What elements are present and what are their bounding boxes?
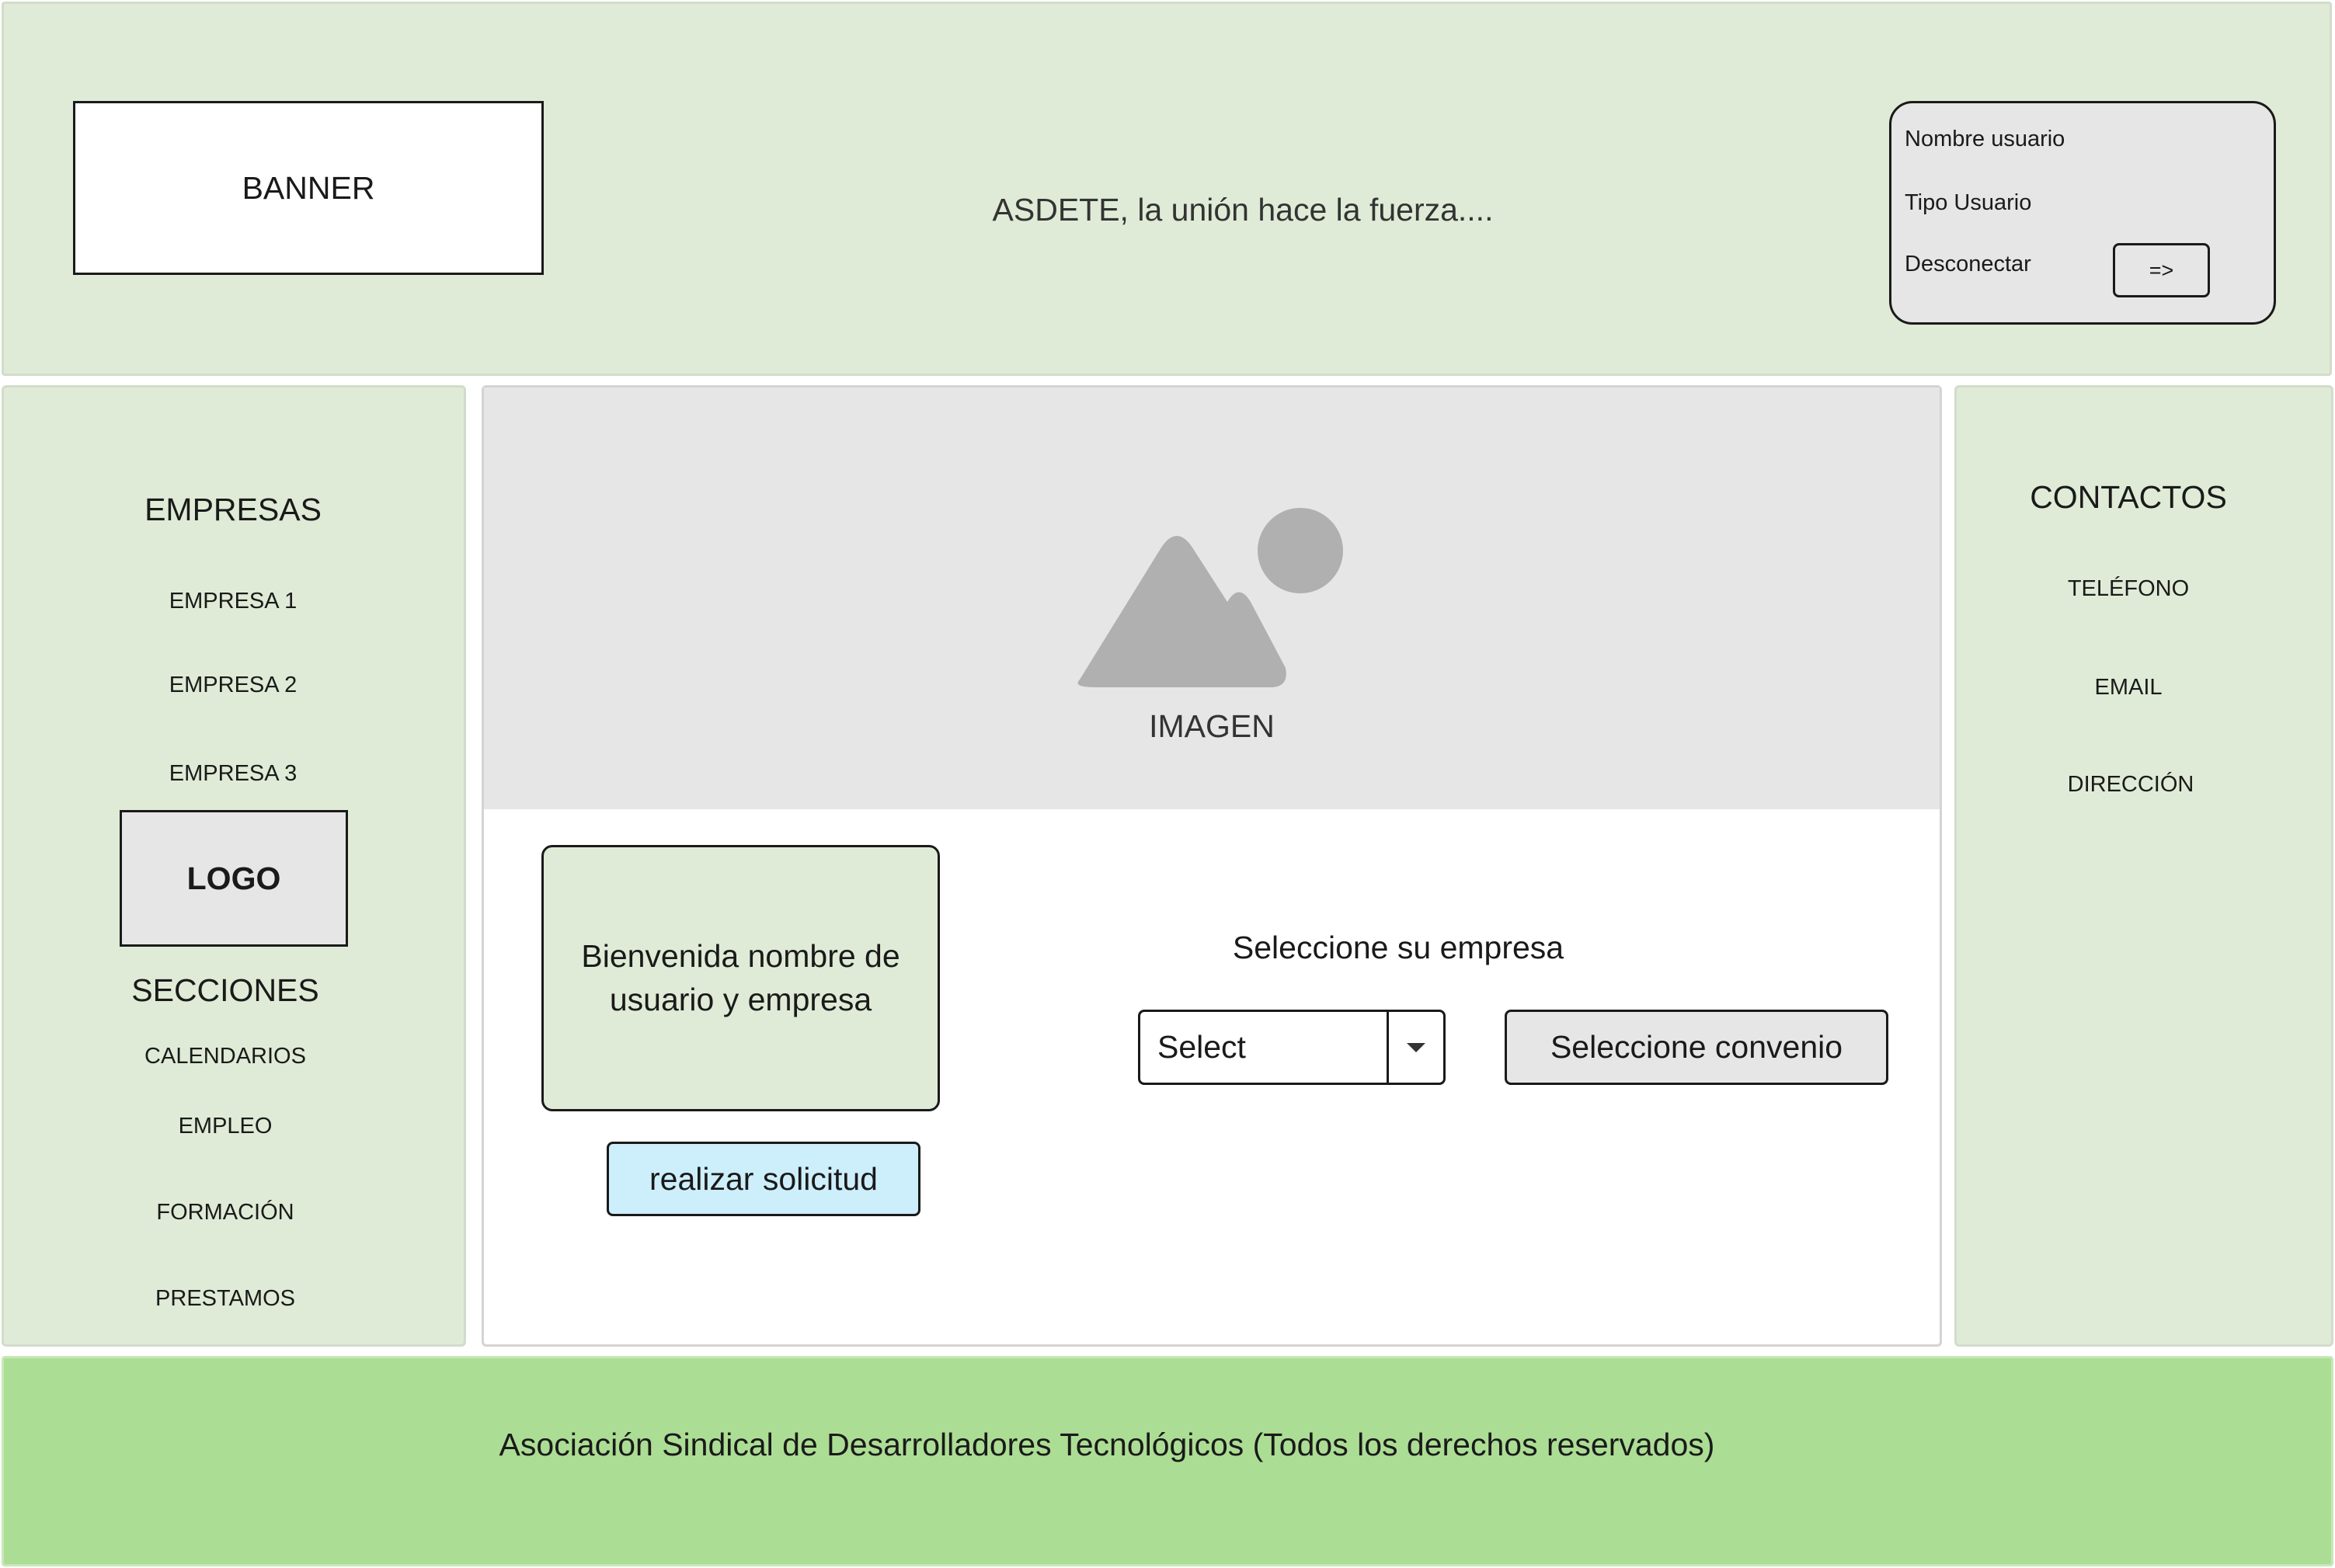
- logout-label: Desconectar: [1905, 252, 2031, 276]
- image-label: IMAGEN: [1149, 708, 1275, 744]
- footer-text: Asociación Sindical de Desarrolladores T…: [499, 1426, 1715, 1462]
- user-type-label: Tipo Usuario: [1905, 190, 2032, 215]
- request-button-label: realizar solicitud: [649, 1160, 878, 1197]
- sun-shape: [1258, 508, 1343, 593]
- tagline: ASDETE, la unión hace la fuerza....: [992, 191, 1494, 228]
- contacts-heading: CONTACTOS: [2030, 478, 2227, 515]
- sections-heading: SECCIONES: [131, 972, 319, 1008]
- sidebar-item-formacion[interactable]: FORMACIÓN: [70, 1195, 381, 1229]
- select-company-label: Seleccione su empresa: [1232, 929, 1564, 965]
- sidebar-item-empleo[interactable]: EMPLEO: [70, 1109, 381, 1143]
- contact-item-email[interactable]: EMAIL: [1973, 670, 2284, 704]
- select-convenio-button[interactable]: Seleccione convenio: [1505, 1010, 1888, 1085]
- sidebar-item-empresa-3[interactable]: EMPRESA 3: [78, 756, 388, 791]
- welcome-text: Bienvenida nombre de usuario y empresa: [581, 938, 900, 1017]
- logout-button[interactable]: =>: [2113, 243, 2210, 297]
- logout-button-label: =>: [2149, 258, 2174, 282]
- logo-label: LOGO: [186, 860, 281, 896]
- logo: LOGO: [120, 810, 348, 947]
- banner: BANNER: [73, 101, 544, 275]
- caret-down-glyph: [1407, 1042, 1425, 1052]
- contact-item-direccion[interactable]: DIRECCIÓN: [1975, 767, 2286, 801]
- sidebar-item-empresa-1[interactable]: EMPRESA 1: [78, 584, 388, 618]
- mountain-shape: [1077, 536, 1286, 687]
- sidebar-item-prestamos[interactable]: PRESTAMOS: [70, 1281, 381, 1316]
- companies-heading: EMPRESAS: [144, 491, 322, 527]
- convenio-button-label: Seleccione convenio: [1550, 1029, 1843, 1065]
- sidebar-item-empresa-2[interactable]: EMPRESA 2: [78, 668, 388, 702]
- request-button[interactable]: realizar solicitud: [607, 1142, 920, 1216]
- company-select-value: Select: [1157, 1029, 1246, 1065]
- caret-down-icon[interactable]: [1389, 1012, 1443, 1083]
- contact-item-telefono[interactable]: TELÉFONO: [1973, 572, 2284, 606]
- image-placeholder-icon: [1077, 508, 1343, 687]
- user-name-label: Nombre usuario: [1905, 127, 2065, 151]
- welcome-box: Bienvenida nombre de usuario y empresa: [541, 845, 940, 1111]
- banner-label: BANNER: [242, 169, 375, 206]
- right-sidebar: [1954, 385, 2333, 1347]
- sidebar-item-calendarios[interactable]: CALENDARIOS: [70, 1039, 381, 1073]
